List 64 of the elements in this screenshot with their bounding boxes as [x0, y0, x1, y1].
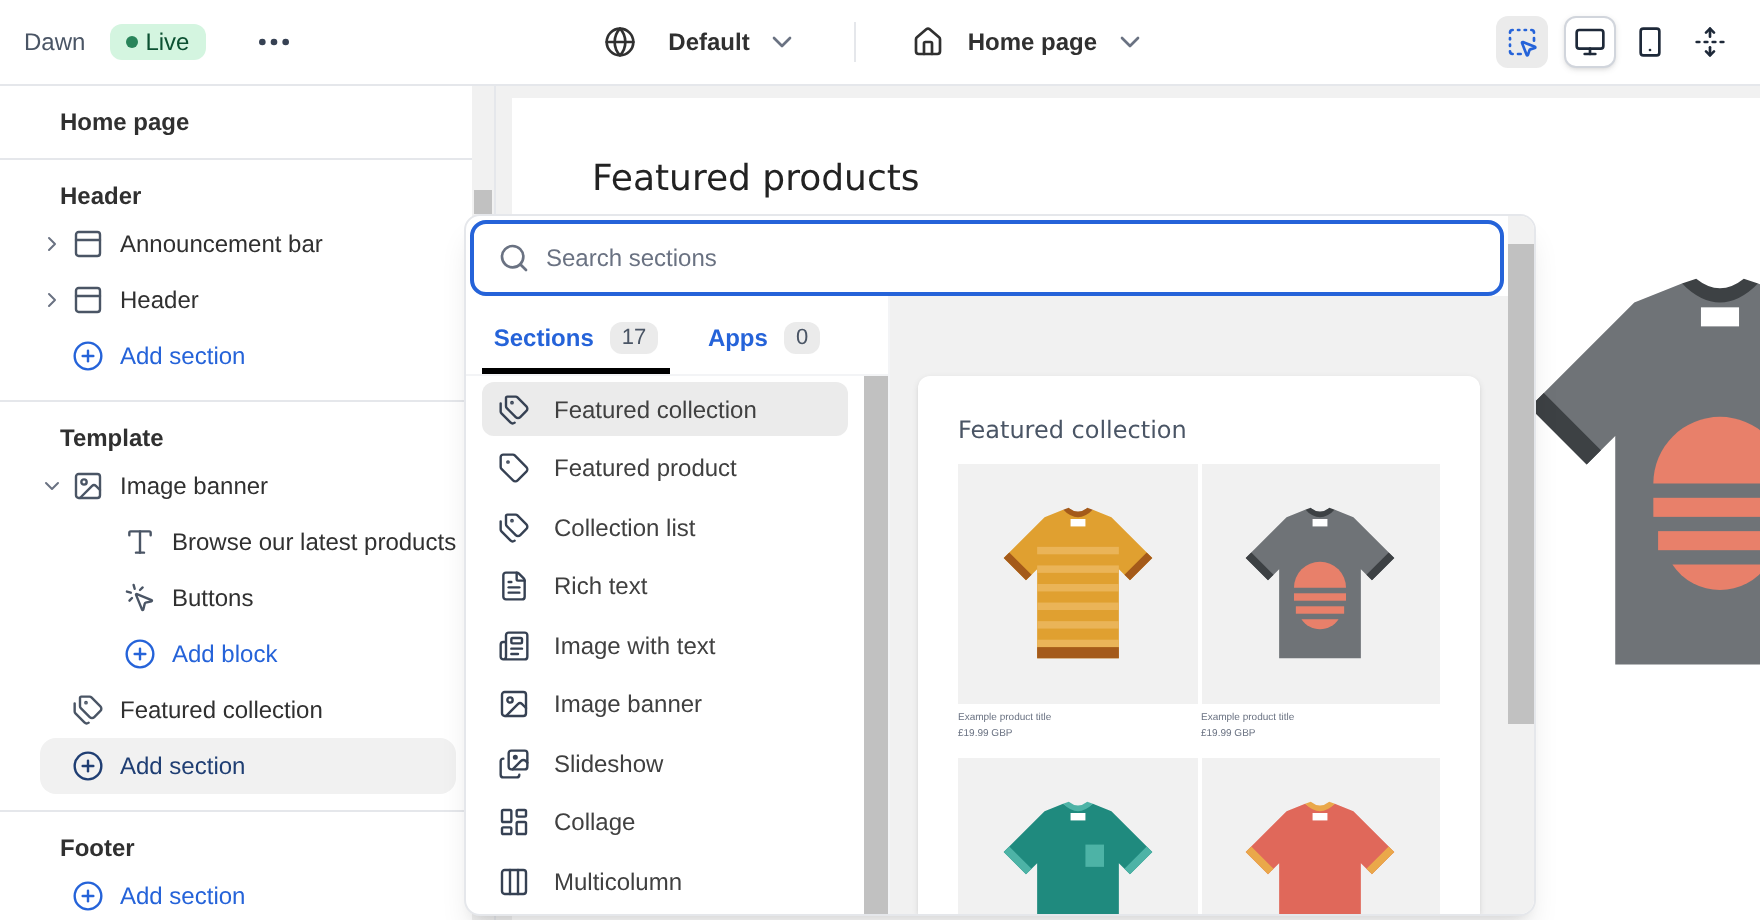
group-heading: Footer: [58, 832, 137, 866]
globe-icon: [604, 26, 637, 58]
search-icon: [498, 242, 530, 274]
home-icon: [911, 26, 944, 58]
section-option[interactable]: Rich text: [482, 559, 848, 613]
image-text-icon: [498, 629, 530, 661]
theme-dropdown[interactable]: Default: [604, 24, 798, 60]
group-heading: Header: [58, 180, 144, 214]
tags-icon: [498, 511, 530, 543]
section-option[interactable]: Featured collection: [482, 382, 848, 436]
section-option[interactable]: Image with text: [482, 618, 848, 672]
tab[interactable]: Apps 0: [670, 308, 858, 374]
section-option[interactable]: Image banner: [482, 677, 848, 731]
add-button[interactable]: Add section: [40, 328, 457, 384]
collage-icon: [498, 806, 530, 838]
desktop-icon: [1574, 26, 1606, 58]
tree-item[interactable]: Browse our latest products: [172, 524, 457, 560]
inspector-button[interactable]: [1496, 16, 1548, 68]
add-icon: [72, 340, 104, 372]
text-icon: [124, 526, 156, 558]
section-option[interactable]: Featured product: [482, 441, 848, 495]
image-icon: [72, 470, 104, 502]
tags-icon: [72, 694, 104, 726]
tree-item[interactable]: Announcement bar: [120, 226, 323, 262]
search-field[interactable]: Search sections: [470, 220, 1504, 296]
section-option[interactable]: Slideshow: [482, 736, 848, 790]
section-option[interactable]: Collage: [482, 795, 848, 849]
add-icon: [72, 880, 104, 912]
inspector-icon: [1506, 26, 1538, 58]
add-button[interactable]: Add section: [40, 868, 457, 920]
page-dropdown[interactable]: Home page: [911, 24, 1146, 60]
expand-icon: [1694, 26, 1726, 58]
preview-title: Featured collection: [958, 414, 1189, 448]
images-icon: [498, 747, 530, 779]
tags-icon: [498, 393, 530, 425]
header-layout-icon: [72, 284, 104, 316]
tree-item[interactable]: Buttons: [172, 580, 254, 616]
add-button[interactable]: Add block: [92, 626, 457, 682]
columns-icon: [498, 865, 530, 897]
desktop-button[interactable]: [1564, 16, 1616, 68]
tab[interactable]: Sections 17: [482, 308, 670, 374]
search-input[interactable]: Search sections: [546, 240, 1476, 276]
theme-name: Dawn: [24, 26, 86, 60]
scrollbar[interactable]: [1508, 216, 1534, 914]
scrollbar[interactable]: [864, 376, 888, 914]
add-icon: [124, 638, 156, 670]
count-badge: 17: [609, 321, 659, 355]
add-button[interactable]: Add section: [40, 738, 457, 794]
header-layout-icon: [72, 228, 104, 260]
group-heading: Template: [58, 422, 166, 456]
count-badge: 0: [783, 321, 821, 355]
image-icon: [498, 688, 530, 720]
document-icon: [498, 570, 530, 602]
phone-icon: [1634, 26, 1666, 58]
live-badge: Live: [109, 24, 206, 60]
tag-icon: [498, 452, 530, 484]
section-heading: Featured products: [592, 158, 922, 202]
tree-item[interactable]: Header: [120, 282, 199, 318]
tree-item[interactable]: Featured collection: [120, 692, 323, 728]
pointer-click-icon: [124, 582, 156, 614]
tree-item[interactable]: Image banner: [120, 468, 269, 504]
add-icon: [72, 750, 104, 782]
section-option[interactable]: Multicolumn: [482, 854, 848, 908]
section-option[interactable]: Collection list: [482, 500, 848, 554]
